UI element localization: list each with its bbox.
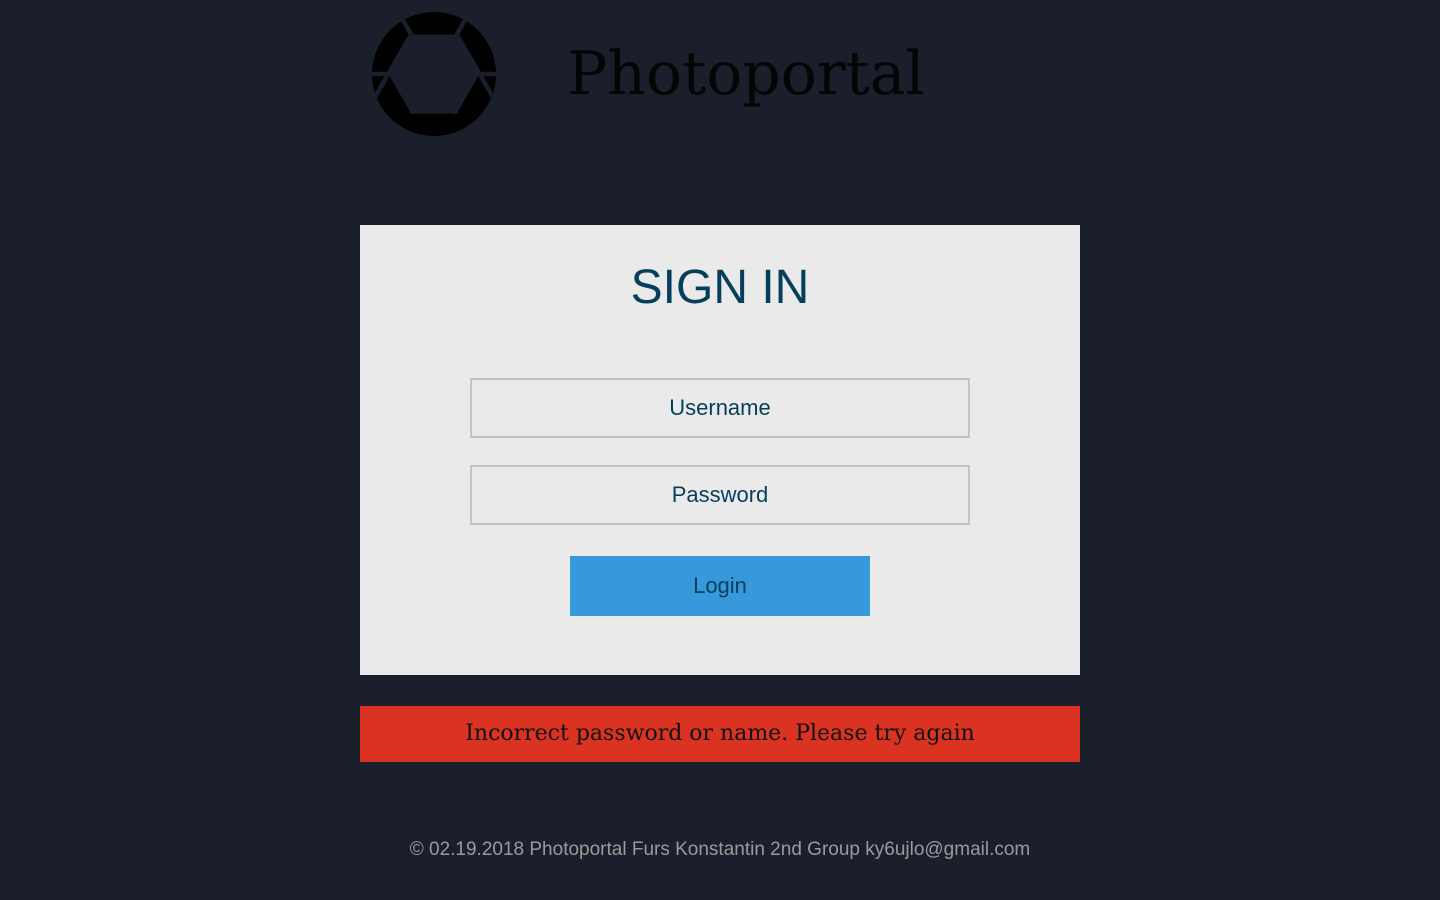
- camera-aperture-icon: [372, 12, 496, 136]
- error-message: Incorrect password or name. Please try a…: [360, 706, 1080, 762]
- footer-copyright: © 02.19.2018 Photoportal Furs Konstantin…: [409, 839, 1031, 860]
- username-input[interactable]: [470, 378, 970, 438]
- login-button[interactable]: Login: [570, 556, 870, 616]
- sign-in-title: SIGN IN: [630, 261, 810, 314]
- password-input[interactable]: [470, 465, 970, 525]
- brand-name: Photoportal: [567, 39, 925, 109]
